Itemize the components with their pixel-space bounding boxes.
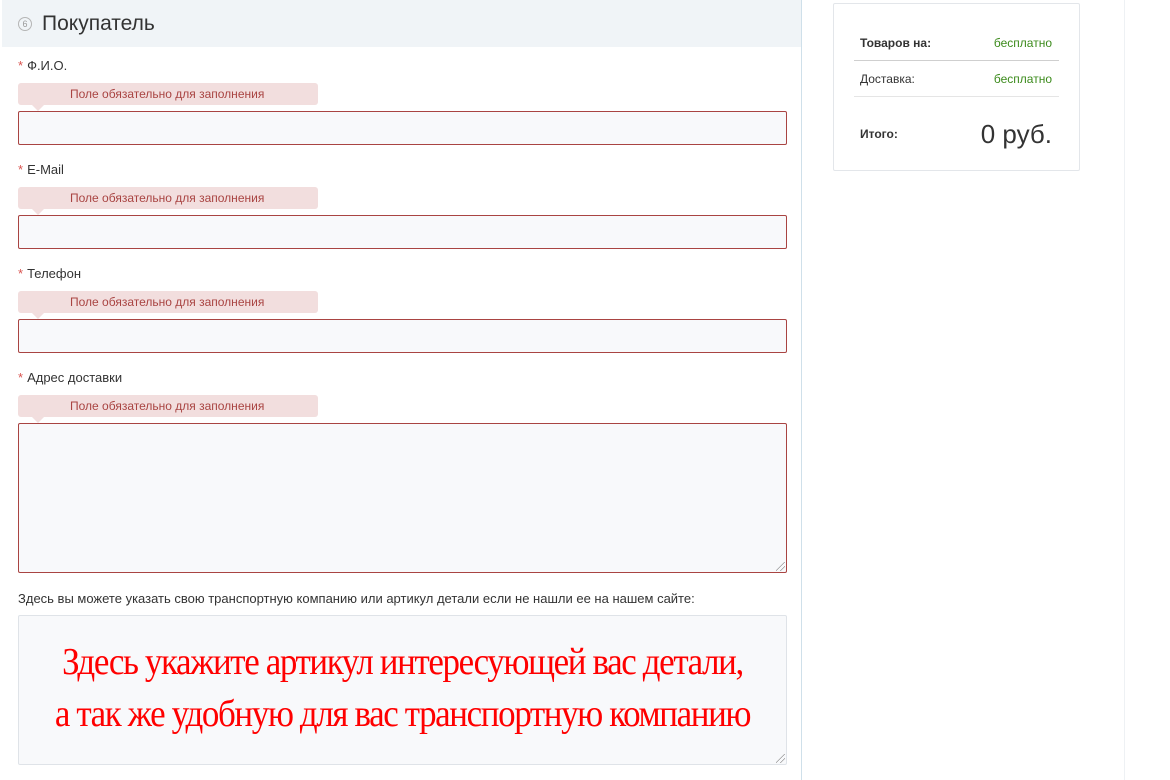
section-title: Покупатель: [42, 11, 155, 35]
field-label: * E-Mail: [18, 162, 787, 178]
field-email: * E-Mail Поле обязательно для заполнения: [18, 162, 787, 249]
delivery-label: Доставка:: [860, 71, 915, 86]
summary-row-delivery: Доставка: бесплатно: [854, 61, 1059, 97]
column-divider: [1124, 0, 1125, 780]
field-label: * Адрес доставки: [18, 370, 787, 386]
required-mark: *: [18, 266, 24, 281]
field-phone: * Телефон Поле обязательно для заполнения: [18, 266, 787, 353]
resize-handle-icon[interactable]: [776, 562, 785, 571]
order-summary-card: Товаров на: бесплатно Доставка: бесплатн…: [833, 3, 1080, 171]
error-tooltip: Поле обязательно для заполнения: [18, 187, 318, 215]
buyer-form-panel: 6 Покупатель * Ф.И.О. Поле обязательно дл…: [2, 0, 802, 780]
goods-value: бесплатно: [993, 36, 1052, 50]
phone-input[interactable]: [18, 319, 787, 353]
delivery-value: бесплатно: [993, 71, 1052, 86]
field-label-text: Телефон: [27, 266, 81, 281]
field-label-text: E-Mail: [27, 162, 64, 177]
summary-row-goods: Товаров на: бесплатно: [854, 26, 1059, 61]
required-mark: *: [18, 162, 24, 177]
comment-textarea[interactable]: Здесь укажите артикул интересующей вас д…: [18, 615, 787, 765]
goods-label: Товаров на:: [860, 36, 932, 50]
required-mark: *: [18, 58, 24, 73]
email-input[interactable]: [18, 215, 787, 249]
step-number-badge: 6: [18, 16, 32, 31]
section-header: 6 Покупатель: [2, 0, 801, 47]
field-label: * Телефон: [18, 266, 787, 282]
address-textarea[interactable]: [18, 423, 787, 573]
field-address: * Адрес доставки Поле обязательно для зап…: [18, 370, 787, 573]
field-label-text: Адрес доставки: [27, 370, 123, 385]
required-mark: *: [18, 370, 24, 385]
field-label: * Ф.И.О.: [18, 58, 787, 74]
error-tooltip: Поле обязательно для заполнения: [18, 291, 318, 319]
comment-hint-line-1: Здесь укажите артикул интересующей вас д…: [62, 641, 744, 683]
total-value: 0 руб.: [980, 118, 1052, 149]
total-label: Итого:: [860, 127, 898, 141]
field-label-text: Ф.И.О.: [27, 58, 68, 73]
field-fio: * Ф.И.О. Поле обязательно для заполнения: [18, 58, 787, 145]
error-tooltip: Поле обязательно для заполнения: [18, 83, 318, 111]
summary-row-total: Итого: 0 руб.: [854, 112, 1059, 156]
fio-input[interactable]: [18, 111, 787, 145]
error-tooltip: Поле обязательно для заполнения: [18, 395, 318, 423]
resize-handle-icon[interactable]: [776, 754, 785, 763]
comment-note: Здесь вы можете указать свою транспортну…: [18, 591, 695, 606]
comment-hint-line-2: а так же удобную для вас транспортную ко…: [54, 693, 752, 735]
